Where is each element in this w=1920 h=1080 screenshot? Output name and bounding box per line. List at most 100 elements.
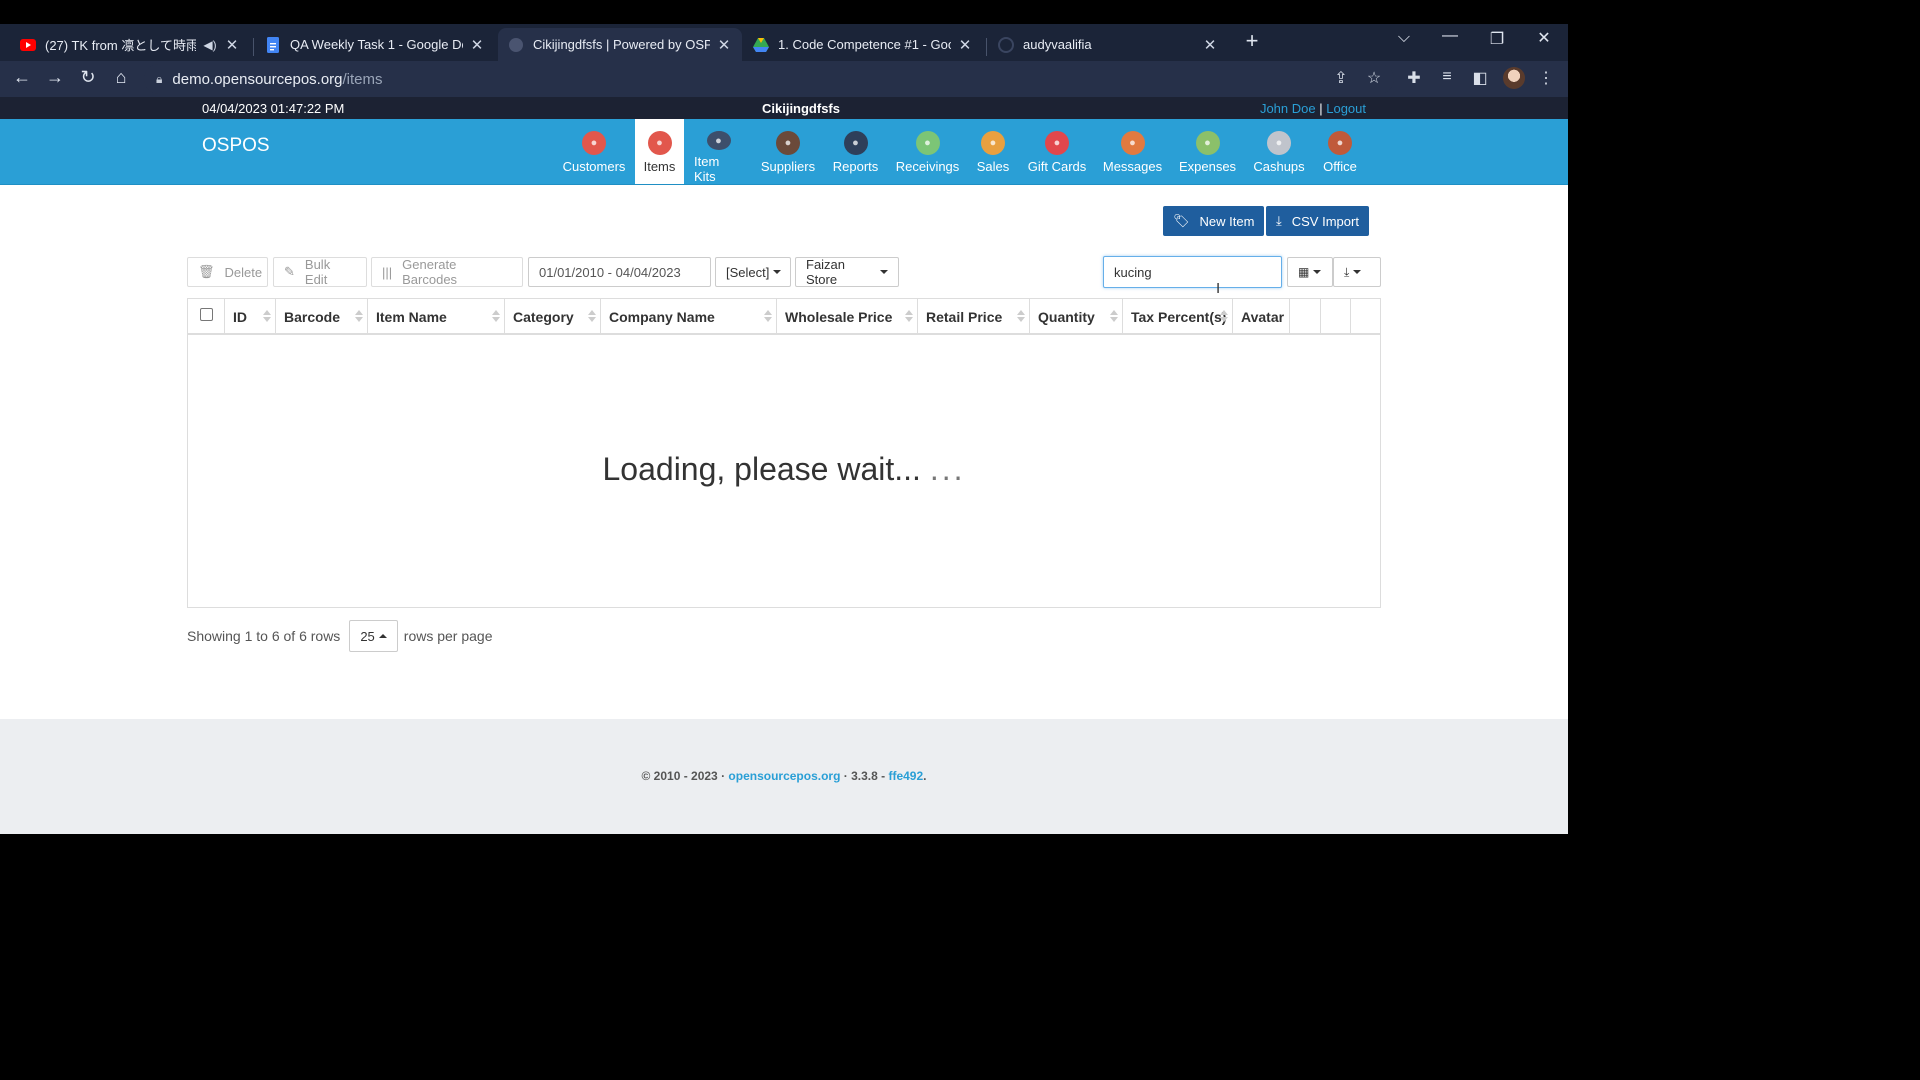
loading-message: Loading, please wait... ... — [188, 451, 1380, 488]
page-size-dropdown[interactable]: 25 — [349, 620, 398, 652]
nav-module-items[interactable]: ● Items — [635, 119, 684, 184]
minimize-icon[interactable]: — — [1435, 27, 1465, 45]
store-dropdown[interactable]: Faizan Store — [795, 257, 899, 287]
filter-select-dropdown[interactable]: [Select] — [715, 257, 791, 287]
new-item-button[interactable]: 🏷︎ New Item — [1163, 206, 1265, 236]
items-page: 🏷︎ New Item ⤓ CSV Import 🗑︎ Delete ✎ Bulk Ed… — [0, 185, 1568, 719]
csv-import-button[interactable]: ⤓ CSV Import — [1266, 206, 1369, 236]
side-panel-icon[interactable]: ◧ — [1468, 68, 1492, 88]
reload-icon[interactable]: ↻ — [76, 67, 100, 88]
close-tab-icon[interactable]: ✕ — [957, 36, 973, 54]
close-tab-icon[interactable]: ✕ — [1202, 36, 1218, 54]
footer: © 2010 - 2023 · opensourcepos.org · 3.3.… — [0, 719, 1568, 834]
select-all-checkbox[interactable] — [200, 308, 213, 321]
sort-icon — [1017, 310, 1025, 324]
speaker-icon[interactable]: ◀) — [202, 38, 218, 52]
brand-logo[interactable]: OSPOS — [202, 135, 270, 157]
forward-icon[interactable]: → — [43, 67, 67, 88]
browser-tab-strip: (27) TK from 凛として時雨『ka ◀) ✕ QA Weekly Ta… — [0, 24, 1568, 61]
commit-link[interactable]: ffe492 — [888, 769, 923, 783]
column-header-category[interactable]: Category — [505, 299, 601, 333]
date-range-input[interactable]: 01/01/2010 - 04/04/2023 — [528, 257, 711, 287]
delete-label: Delete — [224, 264, 263, 280]
extensions-icon[interactable]: ✚ — [1402, 68, 1426, 88]
column-header-wholesale-price[interactable]: Wholesale Price — [777, 299, 918, 333]
back-icon[interactable]: ← — [10, 67, 34, 88]
column-label: ID — [233, 309, 247, 325]
nav-module-item-kits[interactable]: ● Item Kits — [694, 119, 743, 184]
media-control-icon[interactable]: ≡ — [1435, 68, 1459, 86]
bulk-edit-button[interactable]: ✎ Bulk Edit — [273, 257, 367, 287]
close-tab-icon[interactable]: ✕ — [469, 36, 485, 54]
user-link[interactable]: John Doe — [1260, 101, 1316, 116]
column-header-quantity[interactable]: Quantity — [1030, 299, 1123, 333]
browser-tab-youtube[interactable]: (27) TK from 凛として時雨『ka ◀) ✕ — [10, 28, 250, 61]
customers-icon: ● — [582, 131, 606, 155]
profile-avatar-icon[interactable] — [1503, 67, 1525, 89]
main-navbar: OSPOS ● Customers ● Items ● Item Kits ● Supplie… — [0, 119, 1568, 185]
new-tab-button[interactable]: + — [1237, 28, 1267, 54]
site-link[interactable]: opensourcepos.org — [728, 769, 840, 783]
lock-icon[interactable]: 🔒︎ — [156, 72, 162, 87]
nav-module-reports[interactable]: ● Reports — [829, 119, 882, 184]
logout-link[interactable]: Logout — [1326, 101, 1366, 116]
address-bar[interactable]: 🔒︎ demo.opensourcepos.org/items — [144, 64, 1394, 94]
tag-icon: 🏷︎ — [1173, 213, 1190, 228]
close-tab-icon[interactable]: ✕ — [224, 36, 240, 54]
nav-module-label: Items — [643, 159, 676, 174]
browser-tab-docs[interactable]: QA Weekly Task 1 - Google Docs ✕ — [255, 28, 495, 61]
nav-module-label: Receivings — [895, 159, 960, 174]
browser-tab-github[interactable]: audyvaalifia ✕ — [988, 28, 1228, 61]
delete-button[interactable]: 🗑︎ Delete — [187, 257, 268, 287]
menu-kebab-icon[interactable]: ⋮ — [1534, 68, 1558, 88]
column-label: Quantity — [1038, 309, 1095, 325]
generate-barcodes-button[interactable]: ||| Generate Barcodes — [371, 257, 523, 287]
sort-icon — [355, 310, 363, 324]
trash-icon: 🗑︎ — [198, 264, 215, 279]
share-icon[interactable]: ⇪ — [1329, 68, 1353, 88]
columns-toggle-button[interactable]: ▦ — [1287, 257, 1333, 287]
column-header-company-name[interactable]: Company Name — [601, 299, 777, 333]
nav-module-office[interactable]: ● Office — [1318, 119, 1362, 184]
nav-module-gift-cards[interactable]: ● Gift Cards — [1024, 119, 1090, 184]
nav-module-messages[interactable]: ● Messages — [1100, 119, 1165, 184]
column-empty — [1321, 299, 1351, 333]
nav-module-expenses[interactable]: ● Expenses — [1176, 119, 1239, 184]
bookmark-star-icon[interactable]: ☆ — [1362, 68, 1386, 88]
export-button[interactable]: ⤓ — [1333, 257, 1381, 287]
close-window-icon[interactable]: ✕ — [1529, 28, 1559, 48]
browser-tab-drive[interactable]: 1. Code Competence #1 - Google ✕ — [743, 28, 983, 61]
items-table: ID Barcode Item Name Category Company Name Wh… — [187, 298, 1381, 608]
column-header-id[interactable]: ID — [225, 299, 276, 333]
barcode-icon: ||| — [382, 264, 393, 280]
sort-icon — [1110, 310, 1118, 324]
nav-module-receivings[interactable]: ● Receivings — [893, 119, 962, 184]
tab-search-icon[interactable]: ⌵ — [1389, 29, 1419, 47]
column-header-retail-price[interactable]: Retail Price — [918, 299, 1030, 333]
select-all-cell — [188, 299, 225, 333]
filter-select-value: [Select] — [726, 264, 770, 280]
loading-dots: ... — [929, 451, 966, 487]
store-value: Faizan Store — [806, 257, 846, 287]
column-label: Item Name — [376, 309, 447, 325]
tab-title: audyvaalifia — [1023, 37, 1092, 52]
nav-module-sales[interactable]: ● Sales — [971, 119, 1015, 184]
home-icon[interactable]: ⌂ — [109, 67, 133, 88]
caret-down-icon — [880, 270, 888, 274]
nav-module-customers[interactable]: ● Customers — [563, 119, 625, 184]
column-header-avatar[interactable]: Avatar — [1233, 299, 1290, 333]
column-header-item-name[interactable]: Item Name — [368, 299, 505, 333]
nav-module-cashups[interactable]: ● Cashups — [1250, 119, 1308, 184]
close-tab-icon[interactable]: ✕ — [716, 36, 732, 54]
nav-module-label: Cashups — [1253, 159, 1305, 174]
nav-module-suppliers[interactable]: ● Suppliers — [758, 119, 818, 184]
column-header-barcode[interactable]: Barcode — [276, 299, 368, 333]
reports-icon: ● — [843, 131, 868, 155]
browser-tab-ospos[interactable]: Cikijingdfsfs | Powered by OSPOS ✕ — [498, 28, 742, 61]
browser-toolbar: ← → ↻ ⌂ 🔒︎ demo.opensourcepos.org/items … — [0, 61, 1568, 97]
tab-title: (27) TK from 凛として時雨『ka — [45, 38, 196, 53]
export-icon: ⤓ — [1344, 264, 1350, 279]
restore-icon[interactable]: ❐ — [1482, 29, 1512, 49]
column-header-tax-percent-s[interactable]: Tax Percent(s) — [1123, 299, 1233, 333]
search-input[interactable]: kucing — [1103, 256, 1282, 288]
